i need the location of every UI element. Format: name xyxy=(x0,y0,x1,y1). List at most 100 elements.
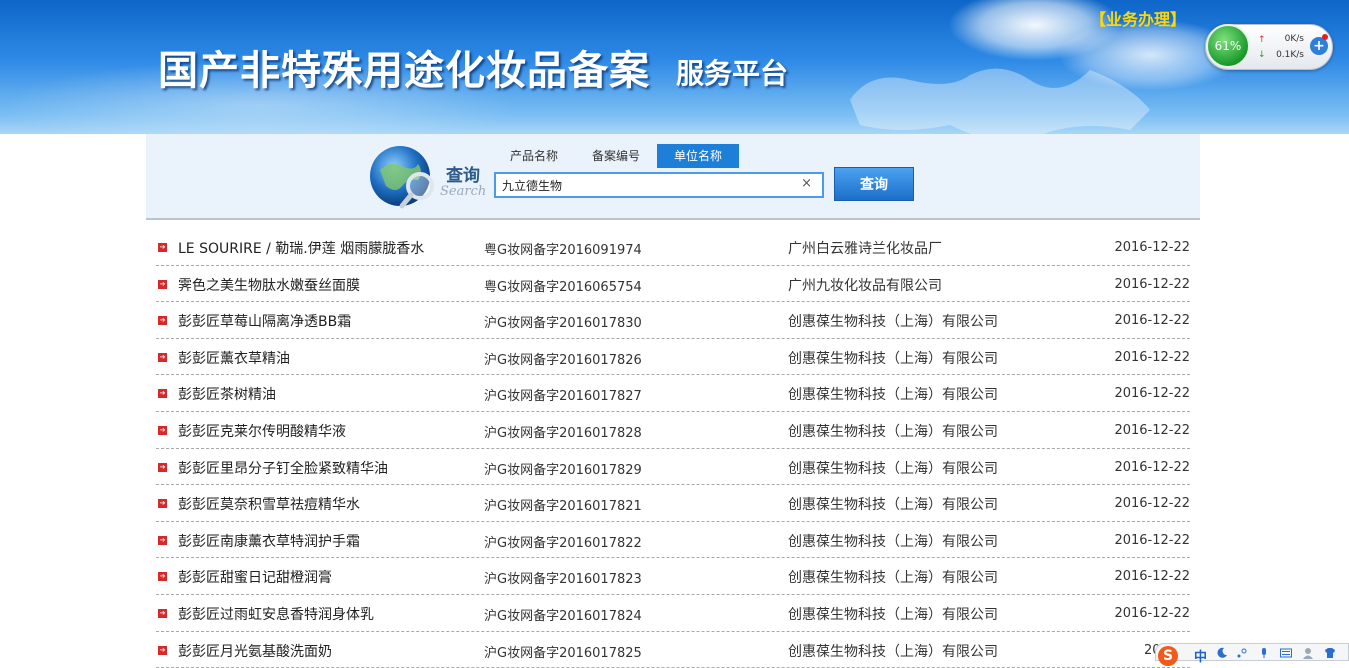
arrow-bullet-icon: ➔ xyxy=(158,572,167,582)
record-number: 沪G妆网备字2016017829 xyxy=(484,462,642,478)
microphone-icon[interactable] xyxy=(1258,647,1270,659)
table-row: ➔ 彭彭匠南康薰衣草特润护手霜 沪G妆网备字2016017822 创惠葆生物科技（上海… xyxy=(156,522,1190,559)
table-row: ➔ 彭彭匠茶树精油 沪G妆网备字2016017827 创惠葆生物科技（上海）有限公司 2… xyxy=(156,375,1190,412)
company-name: 创惠葆生物科技（上海）有限公司 xyxy=(788,387,998,404)
arrow-bullet-icon: ➔ xyxy=(158,389,167,399)
product-name-link[interactable]: 彭彭匠草莓山隔离净透BB霜 xyxy=(178,311,351,331)
tab-company-name[interactable]: 单位名称 xyxy=(657,144,739,168)
globe-search-icon xyxy=(370,146,434,209)
arrow-bullet-icon: ➔ xyxy=(158,645,167,655)
upload-speed: 0K/s xyxy=(1284,34,1304,44)
record-date: 2016-12-22 xyxy=(1114,386,1190,402)
search-button[interactable]: 查询 xyxy=(834,167,914,201)
company-name: 创惠葆生物科技（上海）有限公司 xyxy=(788,606,998,623)
search-input[interactable] xyxy=(496,174,798,196)
record-date: 2016-12-22 xyxy=(1114,605,1190,621)
product-name-link[interactable]: 彭彭匠里昂分子钉全脸紧致精华油 xyxy=(178,458,388,478)
record-number: 沪G妆网备字2016017826 xyxy=(484,352,642,368)
record-number: 沪G妆网备字2016017824 xyxy=(484,608,642,624)
table-row: ➔ 彭彭匠草莓山隔离净透BB霜 沪G妆网备字2016017830 创惠葆生物科技（上海… xyxy=(156,302,1190,339)
moon-icon[interactable] xyxy=(1216,647,1228,659)
record-date: 2016-12-22 xyxy=(1114,422,1190,438)
company-name: 创惠葆生物科技（上海）有限公司 xyxy=(788,350,998,367)
table-row: ➔ 彭彭匠甜蜜日记甜橙润膏 沪G妆网备字2016017823 创惠葆生物科技（上海）有… xyxy=(156,558,1190,595)
company-name: 创惠葆生物科技（上海）有限公司 xyxy=(788,570,998,587)
download-arrow-icon: ↓ xyxy=(1258,50,1266,60)
table-row: ➔ 彭彭匠过雨虹安息香特润身体乳 沪G妆网备字2016017824 创惠葆生物科技（上… xyxy=(156,595,1190,632)
table-row: ➔ LE SOURIRE / 勒瑞.伊莲 烟雨朦胧香水 粤G妆网备字20160919… xyxy=(156,229,1190,266)
record-number: 沪G妆网备字2016017825 xyxy=(484,645,642,661)
header-banner: 国产非特殊用途化妆品备案 服务平台 【业务办理】 xyxy=(0,0,1349,134)
ime-mode-indicator[interactable]: 中 xyxy=(1194,646,1207,665)
memory-usage-ball[interactable]: 61% xyxy=(1206,24,1250,68)
keyboard-icon[interactable] xyxy=(1280,647,1292,659)
upload-arrow-icon: ↑ xyxy=(1258,35,1266,45)
product-name-link[interactable]: 彭彭匠薰衣草精油 xyxy=(178,348,290,368)
product-name-link[interactable]: 霁色之美生物肽水嫩蚕丝面膜 xyxy=(178,275,360,295)
product-name-link[interactable]: 彭彭匠克莱尔传明酸精华液 xyxy=(178,421,346,441)
arrow-bullet-icon: ➔ xyxy=(158,535,167,545)
company-name: 广州九妆化妆品有限公司 xyxy=(788,277,942,294)
shirt-icon[interactable] xyxy=(1324,647,1336,659)
arrow-bullet-icon: ➔ xyxy=(158,425,167,435)
record-date: 2016-12-22 xyxy=(1114,349,1190,365)
table-row: ➔ 彭彭匠莫奈积雪草祛痘精华水 沪G妆网备字2016017821 创惠葆生物科技（上海… xyxy=(156,485,1190,522)
arrow-bullet-icon: ➔ xyxy=(158,352,167,362)
download-speed: 0.1K/s xyxy=(1276,50,1304,60)
product-name-link[interactable]: 彭彭匠南康薰衣草特润护手霜 xyxy=(178,531,360,551)
record-number: 沪G妆网备字2016017828 xyxy=(484,425,642,441)
clear-icon[interactable]: × xyxy=(801,176,812,191)
record-date: 2016-12-22 xyxy=(1114,240,1190,255)
record-date: 2016-12-22 xyxy=(1114,276,1190,292)
arrow-bullet-icon: ➔ xyxy=(158,316,167,326)
record-date: 2016-12-22 xyxy=(1114,459,1190,475)
product-name-link[interactable]: 彭彭匠过雨虹安息香特润身体乳 xyxy=(178,604,374,624)
arrow-bullet-icon: ➔ xyxy=(158,462,167,472)
arrow-bullet-icon: ➔ xyxy=(158,608,167,618)
record-date: 2016-12-22 xyxy=(1114,313,1190,329)
company-name: 创惠葆生物科技（上海）有限公司 xyxy=(788,460,998,477)
arrow-bullet-icon: ➔ xyxy=(158,243,167,252)
search-input-box: × xyxy=(494,172,824,198)
table-row: ➔ 彭彭匠克莱尔传明酸精华液 沪G妆网备字2016017828 创惠葆生物科技（上海）… xyxy=(156,412,1190,449)
company-name: 创惠葆生物科技（上海）有限公司 xyxy=(788,314,998,331)
company-name: 广州白云雅诗兰化妆品厂 xyxy=(788,241,942,257)
table-row: ➔ 彭彭匠里昂分子钉全脸紧致精华油 沪G妆网备字2016017829 创惠葆生物科技（… xyxy=(156,449,1190,486)
ime-toolbar: S 中 xyxy=(1155,643,1349,666)
table-row: ➔ 彭彭匠月光氨基酸洗面奶 沪G妆网备字2016017825 创惠葆生物科技（上海）有… xyxy=(156,632,1190,668)
company-name: 创惠葆生物科技（上海）有限公司 xyxy=(788,497,998,514)
product-name-link[interactable]: 彭彭匠月光氨基酸洗面奶 xyxy=(178,641,332,661)
search-panel: 查询 Search 产品名称 备案编号 单位名称 × 查询 xyxy=(146,134,1200,220)
record-number: 沪G妆网备字2016017827 xyxy=(484,389,642,405)
tab-product-name[interactable]: 产品名称 xyxy=(500,144,568,168)
record-number: 粤G妆网备字2016065754 xyxy=(484,279,642,295)
product-name-link[interactable]: 彭彭匠茶树精油 xyxy=(178,384,276,404)
world-map-decoration xyxy=(850,68,1150,134)
product-name-link[interactable]: 彭彭匠莫奈积雪草祛痘精华水 xyxy=(178,494,360,514)
business-link[interactable]: 【业务办理】 xyxy=(1090,6,1186,30)
punctuation-icon[interactable] xyxy=(1236,647,1248,659)
tab-record-number[interactable]: 备案编号 xyxy=(580,144,652,168)
company-name: 创惠葆生物科技（上海）有限公司 xyxy=(788,643,998,660)
result-list: ➔ LE SOURIRE / 勒瑞.伊莲 烟雨朦胧香水 粤G妆网备字20160919… xyxy=(156,229,1190,668)
record-number: 沪G妆网备字2016017823 xyxy=(484,572,642,588)
user-icon[interactable] xyxy=(1302,647,1314,659)
record-date: 2016-12-22 xyxy=(1114,569,1190,585)
record-date: 2016-12-22 xyxy=(1114,496,1190,512)
record-date: 2016-12-22 xyxy=(1114,532,1190,548)
notification-dot xyxy=(1322,34,1328,40)
page-title: 国产非特殊用途化妆品备案 xyxy=(158,47,650,94)
search-label: 查询 xyxy=(446,166,480,186)
network-speed-widget[interactable]: 61% ↑ ↓ 0K/s 0.1K/s + xyxy=(1205,24,1333,70)
table-row: ➔ 霁色之美生物肽水嫩蚕丝面膜 粤G妆网备字2016065754 广州九妆化妆品有限公… xyxy=(156,266,1190,303)
table-row: ➔ 彭彭匠薰衣草精油 沪G妆网备字2016017826 创惠葆生物科技（上海）有限公司… xyxy=(156,339,1190,376)
record-number: 沪G妆网备字2016017821 xyxy=(484,499,642,515)
arrow-bullet-icon: ➔ xyxy=(158,499,167,509)
product-name-link[interactable]: LE SOURIRE / 勒瑞.伊莲 烟雨朦胧香水 xyxy=(178,238,424,258)
product-name-link[interactable]: 彭彭匠甜蜜日记甜橙润膏 xyxy=(178,567,332,587)
search-label-en: Search xyxy=(440,184,487,199)
arrow-bullet-icon: ➔ xyxy=(158,279,167,289)
company-name: 创惠葆生物科技（上海）有限公司 xyxy=(788,423,998,440)
sogou-logo-icon[interactable]: S xyxy=(1158,646,1178,666)
page-subtitle: 服务平台 xyxy=(676,57,789,90)
